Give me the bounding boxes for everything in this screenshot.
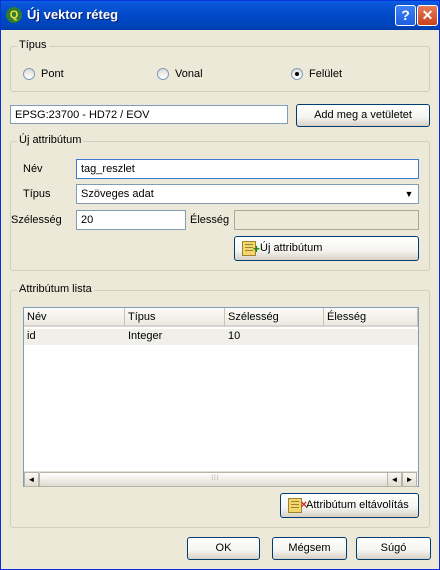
radio-polygon[interactable] (291, 68, 303, 80)
geometry-type-legend: Típus (17, 39, 49, 51)
cell-width: 10 (228, 330, 241, 342)
width-label: Szélesség (11, 214, 62, 226)
cell-type: Integer (128, 330, 163, 342)
remove-attribute-button[interactable]: Attribútum eltávolítás (280, 493, 419, 518)
cell-name: id (27, 330, 36, 342)
attribute-precision-input (234, 210, 419, 230)
attribute-table[interactable]: Név Típus Szélesség Élesség id Integer 1… (23, 307, 419, 487)
radio-line[interactable] (157, 68, 169, 80)
chevron-down-icon[interactable]: ▼ (401, 186, 417, 202)
scroll-grip-icon: ⁝⁝⁝ (211, 473, 219, 482)
column-header-width[interactable]: Szélesség (225, 308, 324, 327)
radio-point[interactable] (23, 68, 35, 80)
title-bar[interactable]: Q Új vektor réteg ? ✕ (1, 1, 439, 30)
radio-line-label[interactable]: Vonal (175, 68, 203, 80)
title-help-button[interactable]: ? (395, 5, 416, 26)
add-attribute-button[interactable]: Új attribútum (234, 236, 419, 261)
type-label: Típus (23, 188, 51, 200)
column-header-type[interactable]: Típus (125, 308, 225, 327)
radio-point-label[interactable]: Pont (41, 68, 64, 80)
column-header-precision[interactable]: Élesség (324, 308, 418, 327)
window-title: Új vektor réteg (27, 7, 119, 22)
precision-label: Élesség (190, 214, 230, 226)
dialog-window: Q Új vektor réteg ? ✕ Típus Pont Vonal F… (0, 0, 440, 570)
attribute-name-input[interactable]: tag_reszlet (76, 159, 419, 179)
add-attribute-icon (242, 238, 260, 261)
crs-field[interactable]: EPSG:23700 - HD72 / EOV (10, 105, 288, 124)
remove-attribute-label: Attribútum eltávolítás (306, 499, 409, 511)
qgis-logo-icon: Q (6, 7, 22, 23)
attribute-type-value: Szöveges adat (81, 188, 154, 200)
attribute-type-select[interactable]: Szöveges adat ▼ (76, 184, 419, 204)
table-row[interactable]: id Integer 10 (24, 329, 418, 345)
title-close-button[interactable]: ✕ (417, 5, 438, 26)
remove-attribute-icon (288, 494, 307, 517)
scroll-left-icon[interactable]: ◄ (24, 472, 39, 487)
geometry-type-group: Típus (10, 39, 430, 92)
cancel-button[interactable]: Mégsem (272, 537, 347, 560)
horizontal-scrollbar[interactable]: ◄ ⁝⁝⁝ ◄ ► (24, 471, 418, 487)
scroll-thumb[interactable]: ⁝⁝⁝ (39, 472, 395, 487)
attribute-width-input[interactable]: 20 (76, 210, 186, 230)
add-attribute-label: Új attribútum (260, 242, 323, 254)
column-header-name[interactable]: Név (24, 308, 125, 327)
ok-button[interactable]: OK (187, 537, 260, 560)
radio-polygon-label[interactable]: Felület (309, 68, 342, 80)
set-crs-button[interactable]: Add meg a vetületet (296, 104, 430, 127)
attribute-list-legend: Attribútum lista (17, 283, 94, 295)
name-label: Név (23, 163, 43, 175)
help-button[interactable]: Súgó (356, 537, 431, 560)
new-attribute-legend: Új attribútum (17, 134, 84, 146)
scroll-left-icon-secondary[interactable]: ◄ (387, 472, 402, 487)
scroll-right-icon[interactable]: ► (402, 472, 417, 487)
